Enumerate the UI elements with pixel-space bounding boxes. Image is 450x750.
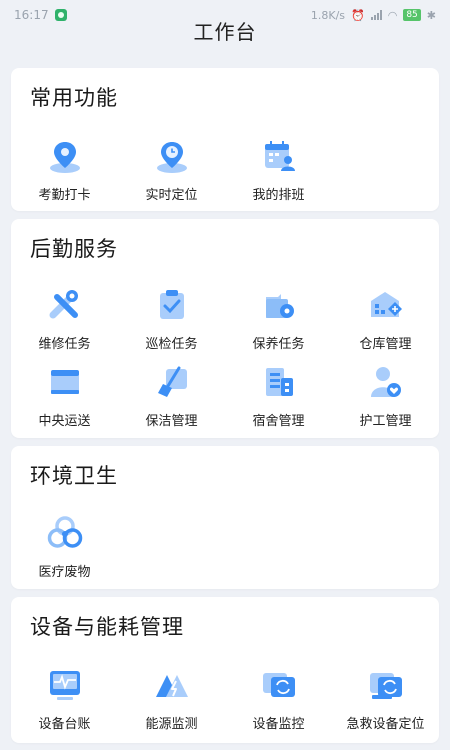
broom-icon [157,366,187,397]
section-logistics-services: 后勤服务 维修任务 巡检任务 保养任务 仓库管理 中央运送 保洁管理 宿舍管理 … [11,219,439,438]
grid-item-warehouse-management[interactable]: 仓库管理 [332,287,439,352]
grid-item-inspection-task[interactable]: 巡检任务 [118,287,225,352]
grid-item-label: 中央运送 [38,414,91,429]
warehouse-icon [370,292,402,317]
grid-item-label: 我的排班 [252,188,305,203]
biohazard-icon [47,516,82,548]
box-icon [50,370,79,394]
gear-box-icon [265,294,294,318]
grid-item-label: 宿舍管理 [252,414,305,429]
grid-item-label: 设备监控 [252,717,305,732]
grid-item-attendance[interactable]: 考勤打卡 [11,138,118,203]
device-sync-icon [262,673,295,697]
wrench-icon [49,290,78,319]
grid-item-label: 保养任务 [252,337,305,352]
grid-item-label: 保洁管理 [145,414,198,429]
section-common-functions: 常用功能 考勤打卡 实时定位 我的排班 [11,68,439,211]
grid-item-label: 考勤打卡 [38,188,91,203]
grid-item-central-transport[interactable]: 中央运送 [11,364,118,429]
grid-item-maintenance-task[interactable]: 保养任务 [225,287,332,352]
grid-item-energy-monitoring[interactable]: 能源监测 [118,667,225,732]
grid-item-emergency-equipment-location[interactable]: 急救设备定位 [332,667,439,732]
energy-triangle-icon [155,675,188,697]
grid-item-label: 维修任务 [38,337,91,352]
page-title: 工作台 [193,20,257,44]
caregiver-icon [370,367,401,397]
section-title: 设备与能耗管理 [30,615,184,639]
section-environmental-hygiene: 环境卫生 医疗废物 [11,446,439,589]
grid-item-label: 实时定位 [145,188,198,203]
clock-location-icon [156,142,187,173]
calendar-person-icon [264,141,295,171]
emergency-device-icon [369,673,402,699]
grid-item-repair-task[interactable]: 维修任务 [11,287,118,352]
clipboard-check-icon [159,290,184,319]
grid-item-label: 急救设备定位 [346,717,425,732]
section-title: 环境卫生 [30,464,118,488]
grid-item-caregiver-management[interactable]: 护工管理 [332,364,439,429]
grid-item-label: 设备台账 [38,717,91,732]
section-title: 常用功能 [30,86,118,110]
grid-item-label: 护工管理 [359,414,412,429]
grid-item-medical-waste[interactable]: 医疗废物 [11,515,118,580]
grid-item-cleaning-management[interactable]: 保洁管理 [118,364,225,429]
grid-item-realtime-location[interactable]: 实时定位 [118,138,225,203]
grid-item-my-schedule[interactable]: 我的排班 [225,138,332,203]
section-equipment-energy: 设备与能耗管理 设备台账 能源监测 设备监控 急救设备定位 [11,597,439,743]
monitor-pulse-icon [49,671,80,700]
grid-item-label: 医疗废物 [38,565,91,580]
grid-item-label: 仓库管理 [359,337,412,352]
section-title: 后勤服务 [30,237,118,261]
grid-item-label: 能源监测 [145,717,198,732]
grid-item-label: 巡检任务 [145,337,198,352]
location-pin-icon [49,142,80,173]
grid-item-dormitory-management[interactable]: 宿舍管理 [225,364,332,429]
building-icon [265,368,293,396]
grid-item-equipment-ledger[interactable]: 设备台账 [11,667,118,732]
grid-item-equipment-monitoring[interactable]: 设备监控 [225,667,332,732]
